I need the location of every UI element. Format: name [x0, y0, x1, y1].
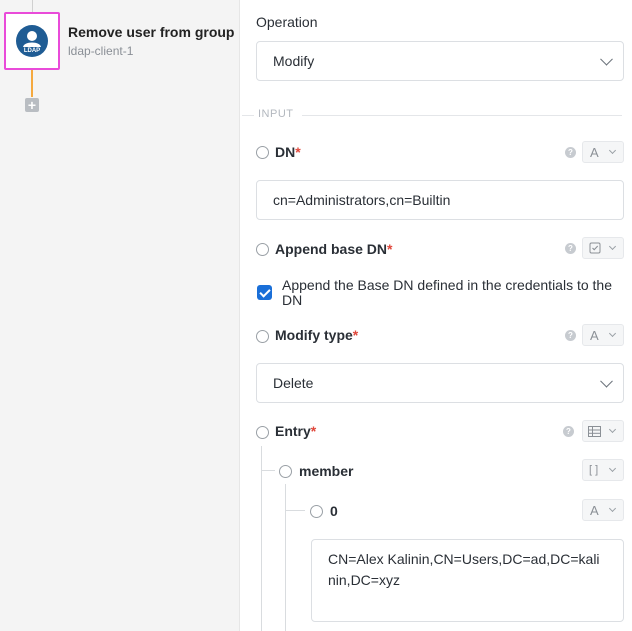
tree-line — [261, 470, 275, 471]
dn-label: DN* — [275, 144, 301, 160]
modify-type-type-select[interactable]: A — [582, 324, 624, 346]
append-base-dn-checkbox-label: Append the Base DN defined in the creden… — [282, 277, 612, 308]
item-0-input[interactable]: CN=Alex Kalinin,CN=Users,DC=ad,DC=kalini… — [311, 539, 624, 622]
dn-value: cn=Administrators,cn=Builtin — [273, 192, 451, 208]
help-icon[interactable]: ? — [565, 330, 576, 341]
section-input-label: INPUT — [258, 108, 294, 120]
plus-icon[interactable]: + — [25, 98, 39, 112]
divider — [302, 115, 622, 116]
entry-type-select[interactable] — [582, 420, 624, 442]
tree-line — [261, 446, 262, 631]
append-base-dn-checkbox[interactable] — [257, 285, 272, 300]
member-expression-toggle[interactable] — [279, 465, 292, 478]
member-label: member — [299, 463, 354, 479]
modify-type-value: Delete — [273, 375, 314, 391]
operation-label: Operation — [256, 14, 318, 30]
connector-line-top — [32, 0, 33, 12]
dn-expression-toggle[interactable] — [256, 146, 269, 159]
operation-value: Modify — [273, 53, 315, 69]
divider — [242, 115, 254, 116]
node-icon-text: LDAP — [24, 48, 40, 54]
modify-type-expression-toggle[interactable] — [256, 330, 269, 343]
append-base-dn-expression-toggle[interactable] — [256, 243, 269, 256]
entry-label: Entry* — [275, 423, 317, 439]
tree-line — [285, 484, 286, 631]
properties-panel: Operation Modify INPUT DN* ? A cn=Admini… — [240, 0, 632, 631]
tree-line — [285, 510, 305, 511]
chevron-down-icon — [608, 425, 617, 434]
member-type-select[interactable]: [ ] — [582, 459, 624, 481]
operation-select[interactable]: Modify — [256, 41, 624, 81]
checkbox-icon — [589, 242, 601, 254]
append-base-dn-type-select[interactable] — [582, 237, 624, 259]
chevron-down-icon — [608, 504, 617, 513]
chevron-down-icon — [608, 329, 617, 338]
item-0-expression-toggle[interactable] — [310, 505, 323, 518]
modify-type-label: Modify type* — [275, 327, 359, 343]
entry-expression-toggle[interactable] — [256, 426, 269, 439]
node-title[interactable]: Remove user from group — [68, 24, 234, 40]
help-icon[interactable]: ? — [565, 243, 576, 254]
dn-type-select[interactable]: A — [582, 141, 624, 163]
chevron-down-icon — [608, 242, 617, 251]
connector-line — [31, 70, 33, 97]
help-icon[interactable]: ? — [565, 147, 576, 158]
append-base-dn-label: Append base DN* — [275, 241, 393, 257]
chevron-down-icon — [600, 52, 613, 66]
modify-type-select[interactable]: Delete — [256, 363, 624, 403]
item-0-label: 0 — [330, 503, 338, 519]
node-subtitle: ldap-client-1 — [68, 44, 134, 58]
workflow-canvas: LDAP Remove user from group ldap-client-… — [0, 0, 240, 631]
chevron-down-icon — [608, 464, 617, 473]
chevron-down-icon — [608, 146, 617, 155]
workflow-node[interactable]: LDAP — [4, 12, 60, 70]
item-0-type-select[interactable]: A — [582, 499, 624, 521]
help-icon[interactable]: ? — [563, 426, 574, 437]
table-icon — [588, 426, 601, 437]
ldap-user-icon: LDAP — [16, 25, 48, 57]
chevron-down-icon — [600, 374, 613, 388]
dn-input[interactable]: cn=Administrators,cn=Builtin — [256, 180, 624, 220]
